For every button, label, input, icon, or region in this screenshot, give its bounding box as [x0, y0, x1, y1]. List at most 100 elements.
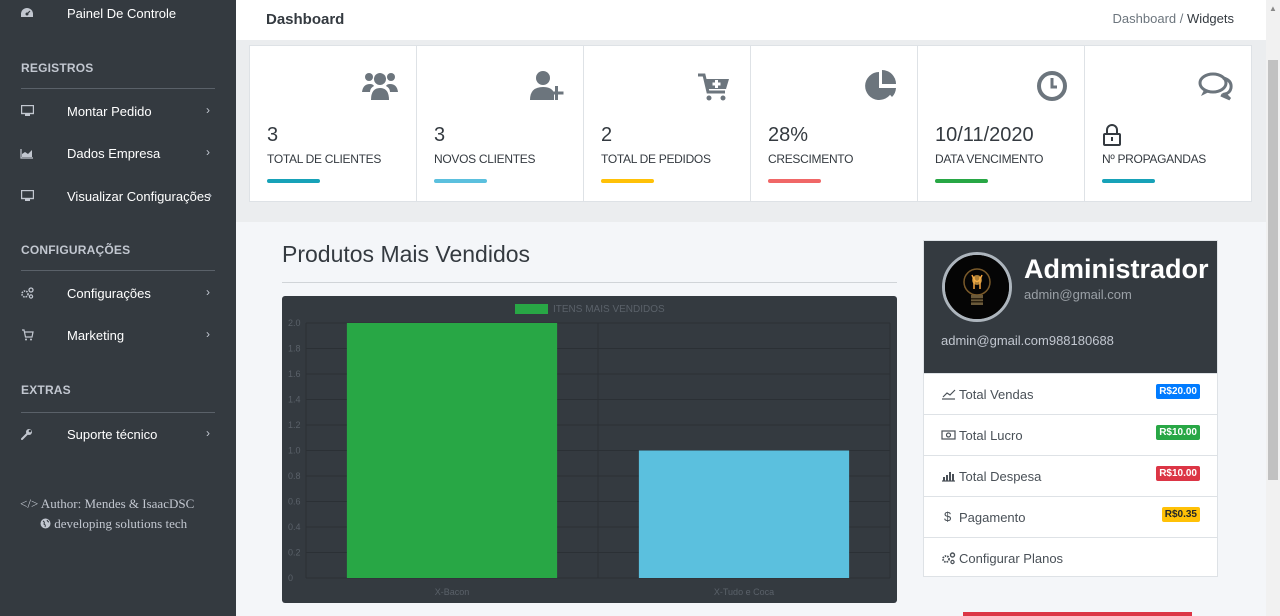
sidebar-section-configuracoes: CONFIGURAÇÕES	[21, 243, 131, 257]
chevron-right-icon: ›	[206, 285, 210, 299]
comments-icon	[1195, 66, 1235, 106]
chart-bar[interactable]	[638, 450, 850, 579]
stat-label: DATA VENCIMENTO	[935, 152, 1044, 166]
sidebar-divider	[21, 88, 215, 89]
profile-row-total-despesa[interactable]: Total Despesa R$10.00	[924, 455, 1217, 496]
pie-chart-icon	[861, 66, 901, 106]
y-tick-label: 0.6	[288, 497, 301, 507]
sidebar-section-extras: EXTRAS	[21, 383, 71, 397]
stat-value: 28%	[768, 124, 809, 146]
profile-row-label: Configurar Planos	[959, 551, 1064, 566]
profile-row-label: Total Lucro	[959, 428, 1023, 443]
y-tick-label: 0.8	[288, 471, 301, 481]
stat-value: 3	[267, 124, 279, 146]
sidebar-item-montar-pedido[interactable]: Montar Pedido ›	[0, 96, 236, 126]
stat-label: CRESCIMENTO	[768, 152, 854, 166]
bar-chart-icon	[941, 469, 956, 483]
globe-icon	[40, 516, 54, 531]
sidebar-section-registros: REGISTROS	[21, 61, 94, 75]
y-tick-label: 2.0	[288, 318, 301, 328]
author-line: </> Author: Mendes & IsaacDSC	[20, 496, 195, 511]
amount-badge: R$20.00	[1156, 384, 1200, 399]
profile-row-pagamento[interactable]: $ Pagamento R$0.35	[924, 496, 1217, 537]
chevron-right-icon: ›	[206, 103, 210, 117]
stat-label: NOVOS CLIENTES	[434, 152, 536, 166]
sidebar-divider	[21, 412, 215, 413]
y-tick-label: 0.4	[288, 522, 301, 532]
stat-value: 10/11/2020	[935, 124, 1034, 146]
profile-row-total-vendas[interactable]: Total Vendas R$20.00	[924, 373, 1217, 414]
sidebar-item-marketing[interactable]: Marketing ›	[0, 320, 236, 350]
sidebar-item-suporte-tecnico[interactable]: Suporte técnico ›	[0, 419, 236, 449]
x-tick-label: X-Tudo e Coca	[714, 587, 774, 597]
legend-label: ITENS MAIS VENDIDOS	[553, 304, 665, 315]
sidebar-item-configuracoes[interactable]: Configurações ›	[0, 278, 236, 308]
y-tick-label: 1.6	[288, 369, 301, 379]
stat-accent-bar	[601, 179, 654, 183]
amount-badge: R$10.00	[1156, 466, 1200, 481]
sidebar-item-painel[interactable]: Painel De Controle	[0, 0, 236, 28]
profile-row-total-lucro[interactable]: Total Lucro R$10.00	[924, 414, 1217, 455]
page-title: Dashboard	[266, 11, 345, 28]
stat-card-crescimento: 28% CRESCIMENTO	[751, 46, 918, 201]
stat-value: 2	[601, 124, 613, 146]
sidebar-divider	[21, 270, 215, 271]
dollar-icon: $	[944, 509, 952, 524]
y-tick-label: 0	[288, 573, 293, 583]
x-tick-label: X-Bacon	[435, 587, 470, 597]
cogs-icon	[941, 551, 956, 565]
profile-name: Administrador	[1024, 254, 1209, 284]
breadcrumb-separator: /	[1179, 11, 1184, 26]
scroll-thumb[interactable]	[1268, 60, 1278, 480]
profile-row-configurar-planos[interactable]: Configurar Planos	[924, 537, 1217, 578]
y-tick-label: 1.4	[288, 395, 301, 405]
chevron-right-icon: ›	[208, 188, 212, 202]
profile-header: Administrador admin@gmail.com admin@gmai…	[924, 241, 1217, 373]
sidebar-item-visualizar-configuracoes[interactable]: Visualizar Configurações ›	[0, 181, 236, 211]
stat-label: Nº PROPAGANDAS	[1102, 152, 1206, 166]
cart-plus-icon	[694, 66, 734, 106]
y-tick-label: 0.2	[288, 548, 301, 558]
tagline: developing solutions tech	[20, 514, 220, 534]
stat-accent-bar	[768, 179, 821, 183]
profile-row-label: Total Vendas	[959, 387, 1034, 402]
profile-email: admin@gmail.com	[1024, 287, 1132, 302]
stat-accent-bar	[1102, 179, 1155, 183]
profile-card: Administrador admin@gmail.com admin@gmai…	[923, 240, 1218, 577]
panel-title: Produtos Mais Vendidos	[282, 241, 531, 267]
sidebar-item-label: Marketing	[67, 328, 125, 343]
stat-card-novos-clientes: 3 NOVOS CLIENTES	[417, 46, 584, 201]
profile-row-label: Total Despesa	[959, 469, 1042, 484]
stat-label: TOTAL DE PEDIDOS	[601, 152, 711, 166]
y-tick-label: 1.0	[288, 446, 301, 456]
stat-card-total-pedidos: 2 TOTAL DE PEDIDOS	[584, 46, 751, 201]
cart-icon	[20, 328, 34, 342]
chart-container: 2.0 1.8 1.6 1.4 1.2 1.0 0.8 0.6 0.4 0.2 0 X-Bacon X…	[282, 296, 897, 603]
sidebar: Painel De Controle REGISTROS Montar Pedi…	[0, 0, 236, 616]
users-icon	[360, 66, 400, 106]
profile-row-label: Pagamento	[959, 510, 1026, 525]
legend-swatch[interactable]	[515, 304, 548, 314]
y-tick-label: 1.8	[288, 344, 301, 354]
chevron-right-icon: ›	[206, 327, 210, 341]
stat-accent-bar	[434, 179, 487, 183]
sidebar-item-label: Dados Empresa	[67, 146, 161, 161]
chevron-right-icon: ›	[206, 145, 210, 159]
breadcrumb: Dashboard / Widgets	[1113, 11, 1234, 26]
sidebar-item-label: Configurações	[67, 286, 151, 301]
bottom-accent-bar	[963, 612, 1192, 616]
sidebar-item-label: Montar Pedido	[67, 104, 152, 119]
page-scrollbar[interactable]: ▲	[1266, 0, 1280, 616]
chart-bar[interactable]	[346, 323, 558, 578]
y-tick-label: 1.2	[288, 420, 301, 430]
sidebar-item-dados-empresa[interactable]: Dados Empresa ›	[0, 138, 236, 168]
breadcrumb-dashboard-link[interactable]: Dashboard	[1113, 11, 1177, 26]
sidebar-item-label: Visualizar Configurações	[67, 189, 211, 204]
stat-card-propagandas: Nº PROPAGANDAS	[1085, 46, 1251, 201]
scroll-up-arrow-icon[interactable]: ▲	[1269, 4, 1277, 13]
desktop-icon	[20, 189, 34, 203]
stat-value: 3	[434, 124, 446, 146]
sidebar-item-label: Suporte técnico	[67, 427, 158, 442]
sidebar-item-label: Painel De Controle	[67, 6, 177, 21]
amount-badge: R$10.00	[1156, 425, 1200, 440]
